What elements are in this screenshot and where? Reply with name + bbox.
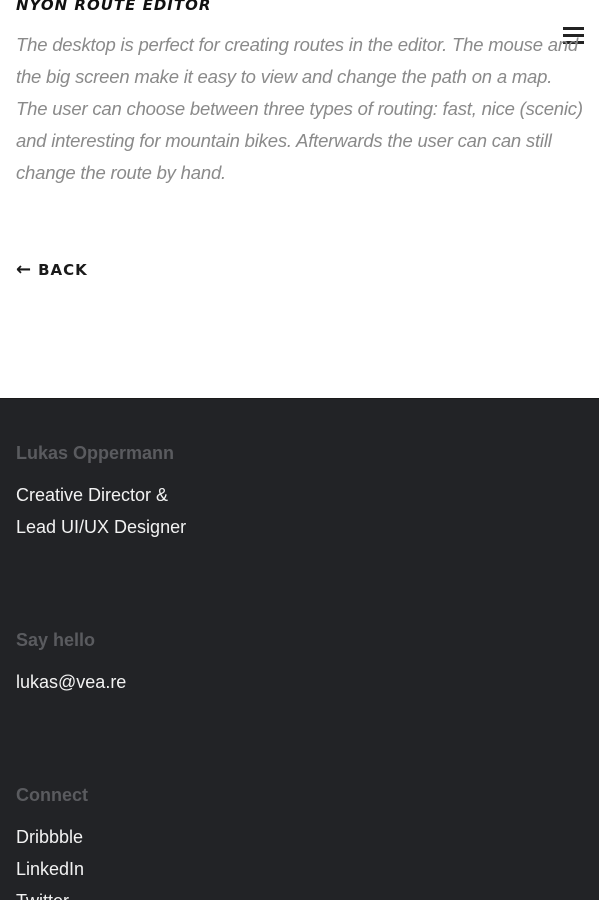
footer-name-heading: Lukas Oppermann: [16, 443, 175, 463]
project-detail-section: NYON ROUTE EDITOR The desktop is perfect…: [0, 0, 599, 398]
footer-role-line-2: Lead UI/UX Designer: [16, 517, 187, 537]
arrow-left-icon: ←: [16, 259, 33, 280]
project-title: NYON ROUTE EDITOR: [16, 0, 212, 14]
footer-email-link[interactable]: lukas@vea.re: [16, 666, 126, 698]
footer-link-linkedin[interactable]: LinkedIn: [16, 853, 84, 885]
footer-role-line-1: Creative Director &: [16, 485, 169, 505]
site-footer: Lukas Oppermann Creative Director & Lead…: [0, 398, 599, 900]
back-label: BACK: [38, 261, 88, 279]
footer-say-hello-heading: Say hello: [16, 630, 96, 650]
page: NYON ROUTE EDITOR The desktop is perfect…: [0, 0, 599, 900]
back-link[interactable]: ← BACK: [16, 260, 88, 280]
footer-link-dribbble[interactable]: Dribbble: [16, 821, 83, 853]
footer-link-twitter[interactable]: Twitter: [16, 885, 69, 900]
project-description: The desktop is perfect for creating rout…: [16, 34, 583, 183]
footer-connect-heading: Connect: [16, 785, 88, 805]
